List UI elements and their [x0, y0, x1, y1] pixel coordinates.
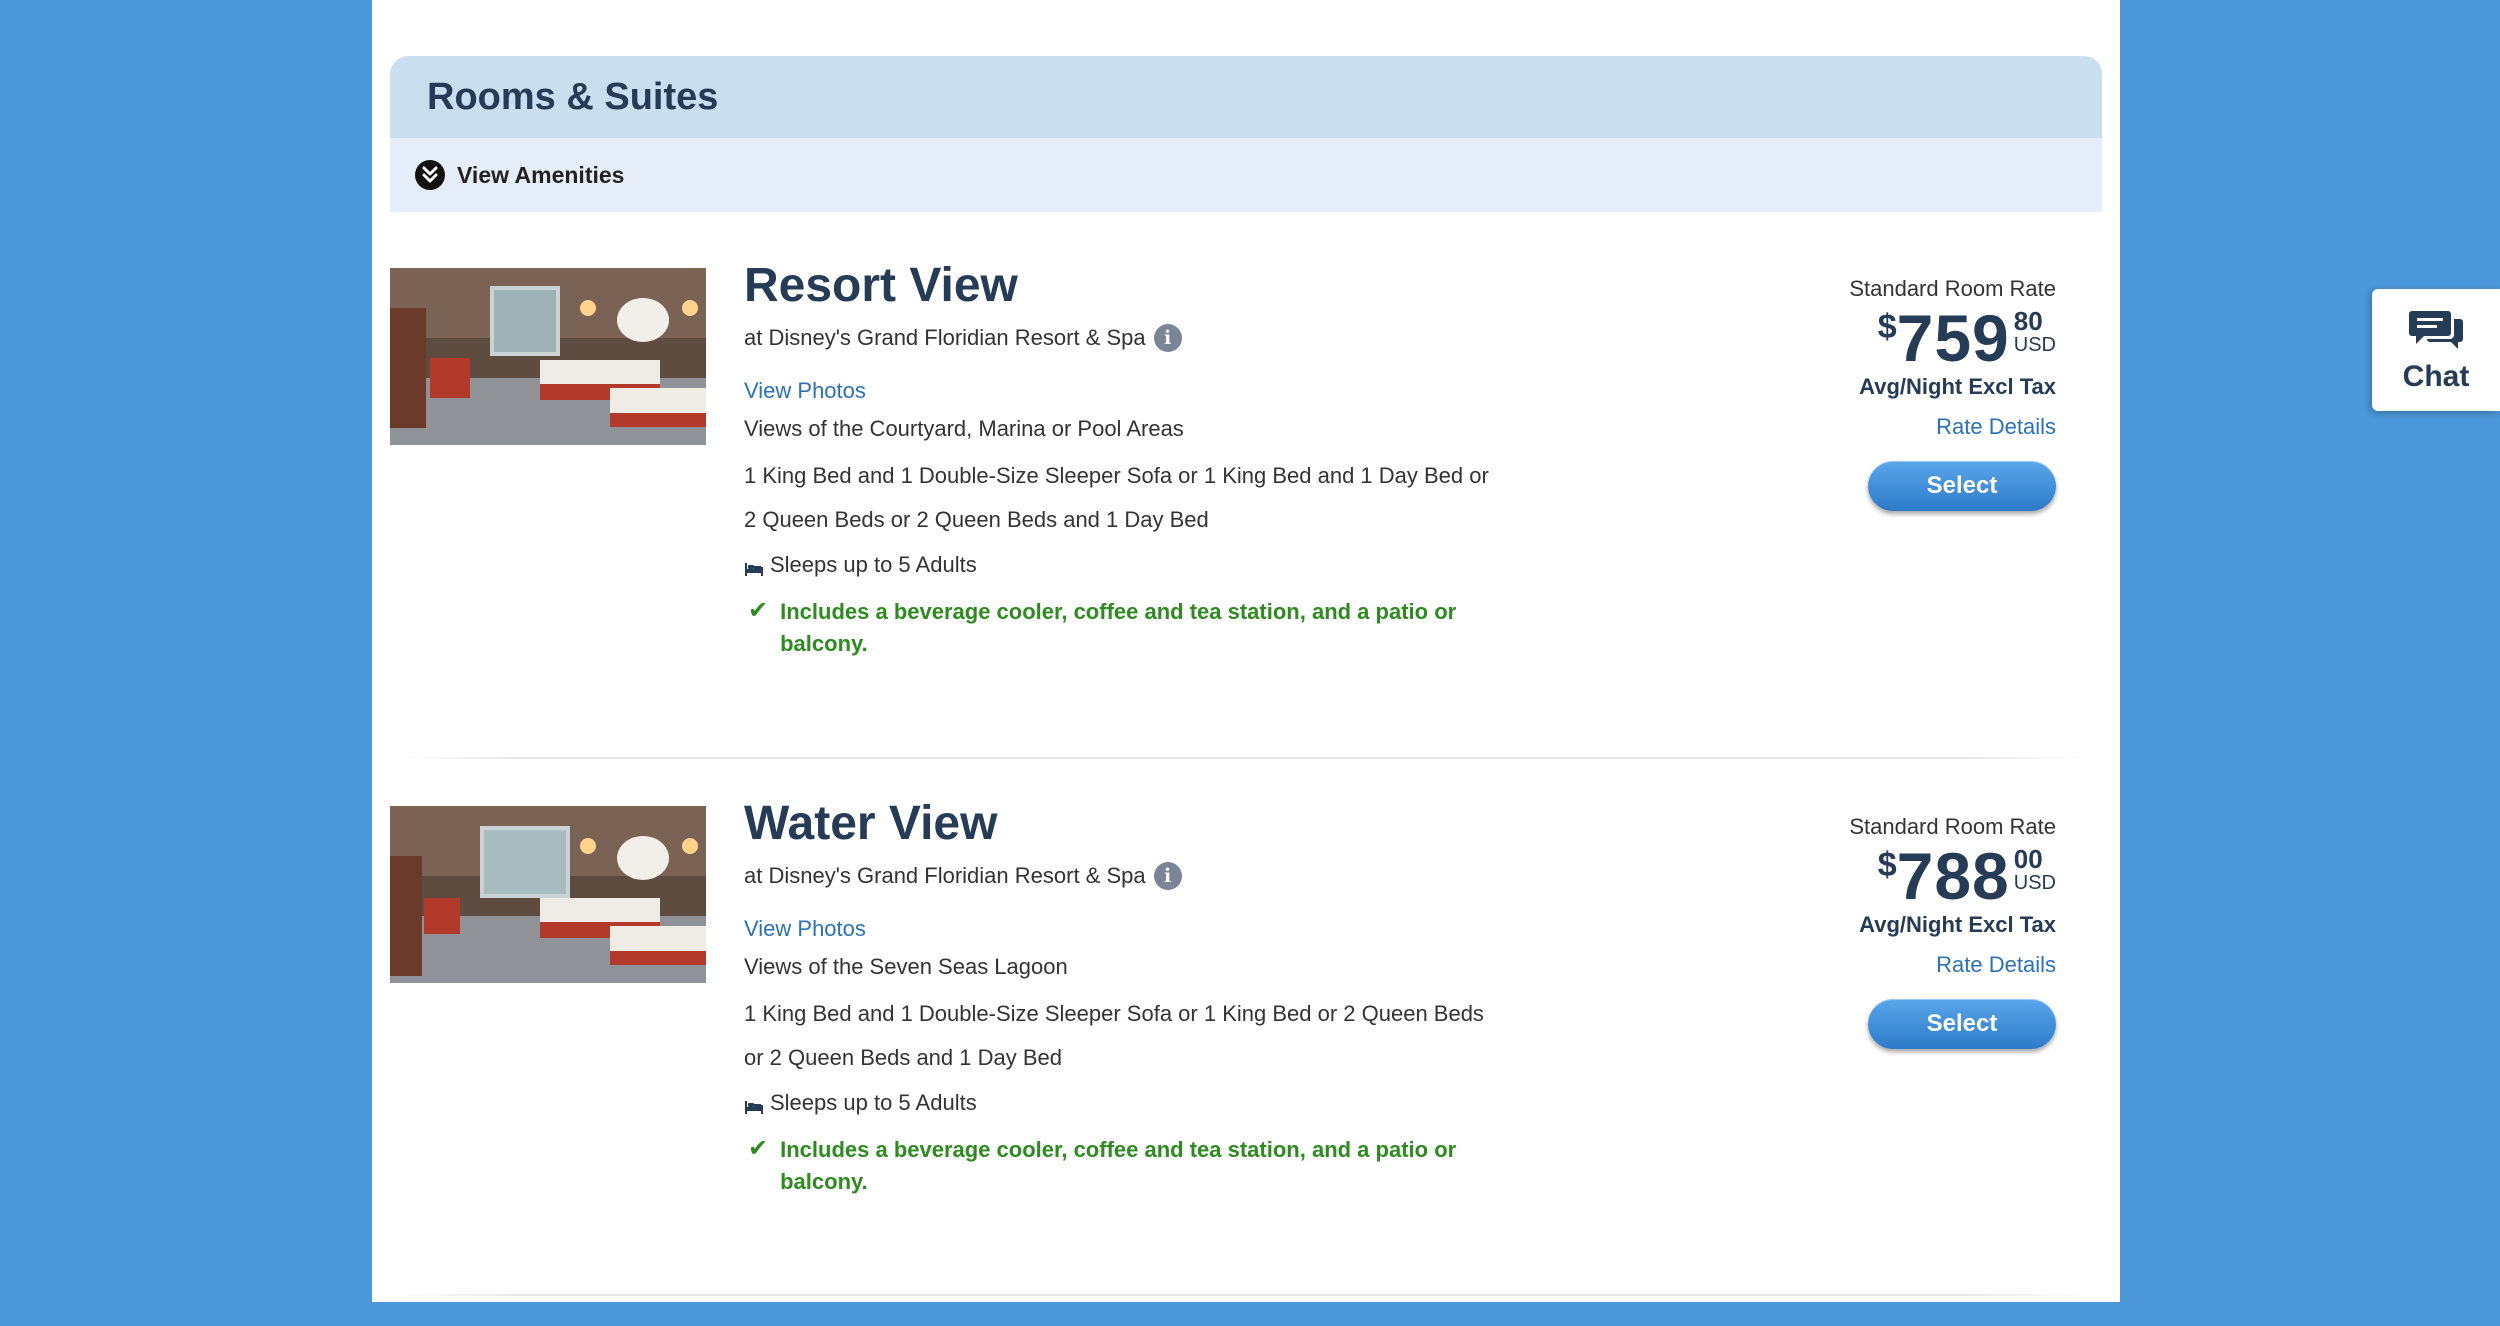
room-info: Resort View at Disney's Grand Floridian … [744, 254, 1544, 660]
price-cents: 80 [2013, 306, 2043, 336]
view-amenities-label: View Amenities [457, 161, 625, 188]
price-dollars: 788 [1896, 839, 2010, 913]
double-chevron-down-icon [415, 160, 445, 190]
sleeps-text: Sleeps up to 5 Adults [770, 552, 977, 577]
bed-icon [744, 1095, 764, 1114]
select-button[interactable]: Select [1868, 999, 2056, 1049]
room-photo[interactable] [390, 268, 706, 445]
rooms-section-header: Rooms & Suites View Amenities [390, 56, 2102, 212]
price-side: 00 USD [2014, 846, 2056, 894]
price: $ 759 80 USD [1736, 301, 2056, 375]
bed-icon [744, 557, 764, 576]
sleeps-info: Sleeps up to 5 Adults [744, 1090, 1544, 1116]
room-view-description: Views of the Courtyard, Marina or Pool A… [744, 416, 1184, 441]
room-name: Water View [744, 797, 998, 850]
includes-text: Includes a beverage cooler, coffee and t… [780, 1137, 1457, 1194]
room-divider [392, 757, 2092, 759]
sleeps-text: Sleeps up to 5 Adults [770, 1090, 977, 1115]
chat-button[interactable]: Chat [2372, 289, 2500, 411]
price-currency-symbol: $ [1877, 846, 1897, 884]
room-card-water-view: Water View at Disney's Grand Floridian R… [390, 797, 2102, 1326]
sleeps-info: Sleeps up to 5 Adults [744, 552, 1544, 578]
rate-details-link[interactable]: Rate Details [1736, 952, 2056, 978]
checkmark-icon: ✔ [748, 597, 769, 624]
room-name: Resort View [744, 259, 1018, 312]
main-content: Rooms & Suites View Amenities Resort Vie… [372, 0, 2120, 1302]
rate-panel: Standard Room Rate $ 788 00 USD Avg/Nigh… [1736, 814, 2056, 978]
price-dollars: 759 [1896, 301, 2010, 375]
includes-feature: ✔ Includes a beverage cooler, coffee and… [744, 596, 1544, 660]
room-view-description: Views of the Seven Seas Lagoon [744, 954, 1068, 979]
section-title: Rooms & Suites [427, 75, 719, 118]
info-icon[interactable]: i [1153, 324, 1182, 352]
section-title-bar: Rooms & Suites [390, 56, 2102, 138]
room-location-text: at Disney's Grand Floridian Resort & Spa [744, 325, 1146, 350]
rate-details-link[interactable]: Rate Details [1736, 414, 2056, 440]
price: $ 788 00 USD [1736, 839, 2056, 913]
room-location: at Disney's Grand Floridian Resort & Spa… [744, 862, 1544, 890]
includes-feature: ✔ Includes a beverage cooler, coffee and… [744, 1134, 1544, 1198]
price-currency-symbol: $ [1877, 308, 1897, 346]
room-divider [392, 1294, 2092, 1296]
room-bed-options: 1 King Bed and 1 Double-Size Sleeper Sof… [744, 1001, 1484, 1070]
view-photos-link[interactable]: View Photos [744, 916, 1544, 942]
select-button[interactable]: Select [1868, 461, 2056, 511]
info-icon[interactable]: i [1153, 862, 1182, 890]
view-photos-link[interactable]: View Photos [744, 378, 1544, 404]
price-currency: USD [2013, 334, 2056, 356]
room-location-text: at Disney's Grand Floridian Resort & Spa [744, 863, 1146, 888]
rate-label: Standard Room Rate [1849, 814, 2056, 839]
chat-bubbles-icon [2408, 307, 2464, 358]
room-info: Water View at Disney's Grand Floridian R… [744, 792, 1544, 1198]
includes-text: Includes a beverage cooler, coffee and t… [780, 599, 1457, 656]
room-card-resort-view: Resort View at Disney's Grand Floridian … [390, 259, 2102, 788]
checkmark-icon: ✔ [748, 1135, 769, 1162]
per-night-label: Avg/Night Excl Tax [1859, 912, 2056, 937]
chat-label: Chat [2402, 359, 2470, 393]
price-currency: USD [2013, 872, 2056, 894]
price-cents: 00 [2013, 844, 2043, 874]
per-night-label: Avg/Night Excl Tax [1859, 374, 2056, 399]
price-side: 80 USD [2014, 308, 2056, 356]
room-location: at Disney's Grand Floridian Resort & Spa… [744, 324, 1544, 352]
room-bed-options: 1 King Bed and 1 Double-Size Sleeper Sof… [744, 463, 1489, 532]
rate-panel: Standard Room Rate $ 759 80 USD Avg/Nigh… [1736, 276, 2056, 440]
view-amenities-toggle[interactable]: View Amenities [390, 138, 2102, 212]
rate-label: Standard Room Rate [1849, 276, 2056, 301]
room-photo[interactable] [390, 806, 706, 983]
